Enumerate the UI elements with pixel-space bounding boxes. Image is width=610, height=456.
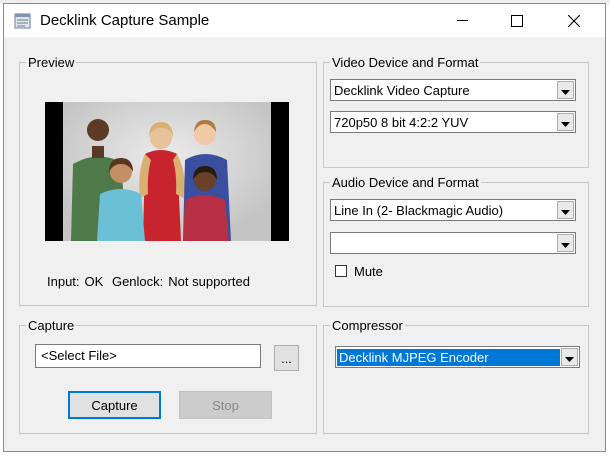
app-window: Decklink Capture Sample Preview Input: O… bbox=[3, 3, 606, 452]
video-device-group-label: Video Device and Format bbox=[332, 55, 479, 70]
video-format-value: 720p50 8 bit 4:2:2 YUV bbox=[334, 114, 469, 130]
title-bar[interactable]: Decklink Capture Sample bbox=[4, 4, 605, 37]
chevron-down-icon bbox=[561, 83, 570, 98]
application-icon bbox=[14, 13, 31, 29]
browse-button[interactable]: ... bbox=[274, 345, 299, 371]
maximize-button[interactable] bbox=[494, 4, 540, 37]
video-device-value: Decklink Video Capture bbox=[334, 82, 470, 98]
close-icon bbox=[568, 14, 580, 27]
audio-device-dropdown-arrow[interactable] bbox=[557, 201, 574, 219]
video-preview-frame bbox=[45, 102, 289, 241]
minimize-button[interactable] bbox=[439, 4, 485, 37]
audio-device-group-label: Audio Device and Format bbox=[332, 175, 479, 190]
audio-format-dropdown-arrow[interactable] bbox=[557, 234, 574, 252]
capture-group-label: Capture bbox=[28, 318, 75, 333]
genlock-label: Genlock: bbox=[111, 274, 164, 289]
preview-status: Input: OK Genlock: Not supported bbox=[47, 274, 255, 289]
minimize-icon bbox=[456, 15, 468, 26]
chevron-down-icon bbox=[565, 350, 574, 365]
compressor-group-label: Compressor bbox=[332, 318, 403, 333]
video-device-dropdown-arrow[interactable] bbox=[557, 81, 574, 99]
preview-group-label: Preview bbox=[28, 55, 75, 70]
capture-file-field[interactable]: <Select File> bbox=[35, 344, 261, 368]
audio-device-dropdown[interactable]: Line In (2- Blackmagic Audio) bbox=[330, 199, 576, 221]
compressor-group: Compressor bbox=[323, 319, 589, 434]
stop-button: Stop bbox=[179, 391, 272, 419]
window-title: Decklink Capture Sample bbox=[40, 12, 210, 29]
input-status-value: OK bbox=[84, 274, 104, 289]
video-preview-image bbox=[45, 102, 289, 241]
close-button[interactable] bbox=[551, 4, 597, 37]
audio-device-value: Line In (2- Blackmagic Audio) bbox=[334, 202, 504, 218]
chevron-down-icon bbox=[561, 203, 570, 218]
capture-group: Capture bbox=[19, 319, 317, 434]
input-label: Input: bbox=[47, 274, 80, 289]
compressor-dropdown[interactable]: Decklink MJPEG Encoder bbox=[335, 346, 580, 368]
maximize-icon bbox=[511, 14, 523, 27]
compressor-dropdown-arrow[interactable] bbox=[561, 348, 578, 366]
mute-checkbox[interactable] bbox=[335, 265, 347, 277]
video-device-dropdown[interactable]: Decklink Video Capture bbox=[330, 79, 576, 101]
video-format-dropdown[interactable]: 720p50 8 bit 4:2:2 YUV bbox=[330, 111, 576, 133]
genlock-status-value: Not supported bbox=[168, 274, 250, 289]
audio-format-dropdown[interactable] bbox=[330, 232, 576, 254]
video-format-dropdown-arrow[interactable] bbox=[557, 113, 574, 131]
capture-button[interactable]: Capture bbox=[68, 391, 161, 419]
compressor-value: Decklink MJPEG Encoder bbox=[337, 348, 560, 366]
chevron-down-icon bbox=[561, 115, 570, 130]
mute-label[interactable]: Mute bbox=[354, 264, 383, 279]
chevron-down-icon bbox=[561, 236, 570, 251]
